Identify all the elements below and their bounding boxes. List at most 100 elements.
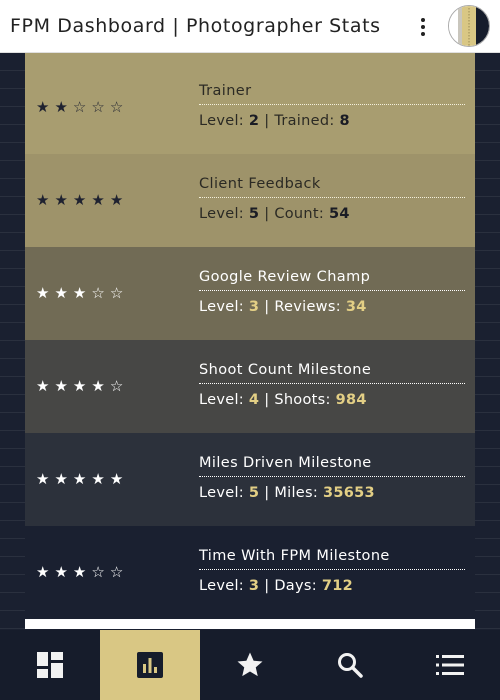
count-label: Count:: [274, 206, 325, 222]
achievement-meta: Level: 4 | Shoots: 984: [199, 392, 465, 408]
nav-item-stats-chart[interactable]: [100, 630, 200, 700]
count-value: 984: [335, 392, 367, 408]
achievement-meta: Level: 5 | Miles: 35653: [199, 485, 465, 501]
achievement-row[interactable]: ★★★★★ Miles Driven Milestone Level: 5 | Mi…: [25, 433, 475, 526]
separator: |: [264, 299, 270, 315]
star-filled-icon: ★: [72, 191, 92, 209]
count-label: Trained:: [274, 113, 335, 129]
star-rating: ★★★★☆: [36, 377, 128, 395]
achievement-info: Shoot Count Milestone Level: 4 | Shoots: …: [199, 362, 465, 408]
separator: |: [264, 578, 270, 594]
level-label: Level:: [199, 299, 244, 315]
star-rating: ★★★★★: [36, 470, 128, 488]
star-filled-icon: ★: [91, 470, 110, 488]
star-empty-icon: ☆: [72, 98, 92, 116]
list-menu-icon: [435, 653, 465, 677]
count-label: Reviews:: [274, 299, 341, 315]
star-empty-icon: ☆: [109, 98, 129, 116]
count-label: Days:: [274, 578, 317, 594]
achievement-title: Time With FPM Milestone: [199, 548, 390, 564]
achievement-meta: Level: 2 | Trained: 8: [199, 113, 465, 129]
dashboard-icon: [36, 651, 64, 679]
achievement-row[interactable]: ★★★☆☆ Time With FPM Milestone Level: 3 | D…: [25, 526, 475, 619]
star-filled-icon: ★: [72, 377, 92, 395]
star-filled-icon: ★: [109, 470, 129, 488]
level-value: 2: [248, 113, 260, 129]
star-rating: ★★☆☆☆: [36, 98, 128, 116]
count-value: 8: [339, 113, 350, 129]
avatar[interactable]: [448, 5, 490, 47]
separator: |: [264, 392, 270, 408]
dotted-divider: [199, 290, 465, 291]
level-value: 5: [248, 206, 260, 222]
dotted-divider: [199, 383, 465, 384]
star-filled-icon: ★: [109, 191, 129, 209]
star-filled-icon: ★: [36, 191, 55, 209]
level-label: Level:: [199, 392, 244, 408]
achievement-title: Miles Driven Milestone: [199, 455, 372, 471]
achievement-row[interactable]: ★★★☆☆ Google Review Champ Level: 3 | Revie…: [25, 247, 475, 340]
count-value: 712: [321, 578, 353, 594]
achievement-row[interactable]: ★★★★★ Client Feedback Level: 5 | Count: 54: [25, 154, 475, 247]
achievement-info: Miles Driven Milestone Level: 5 | Miles: …: [199, 455, 465, 501]
nav-item-dashboard[interactable]: [0, 630, 100, 700]
level-label: Level:: [199, 485, 244, 501]
count-value: 35653: [322, 485, 375, 501]
nav-item-star[interactable]: [200, 630, 300, 700]
achievement-info: Google Review Champ Level: 3 | Reviews: 3…: [199, 269, 465, 315]
star-filled-icon: ★: [36, 470, 55, 488]
achievement-title: Trainer: [199, 83, 252, 99]
achievement-info: Trainer Level: 2 | Trained: 8: [199, 83, 465, 129]
star-filled-icon: ★: [72, 563, 92, 581]
achievement-meta: Level: 3 | Reviews: 34: [199, 299, 465, 315]
star-empty-icon: ☆: [91, 563, 110, 581]
list-footer: [25, 619, 475, 629]
stats-chart-icon: [136, 651, 164, 679]
achievement-meta: Level: 5 | Count: 54: [199, 206, 465, 222]
achievement-title: Client Feedback: [199, 176, 321, 192]
star-rating: ★★★☆☆: [36, 563, 128, 581]
star-filled-icon: ★: [72, 284, 92, 302]
achievement-info: Time With FPM Milestone Level: 3 | Days: …: [199, 548, 465, 594]
star-empty-icon: ☆: [109, 563, 129, 581]
level-value: 4: [248, 392, 260, 408]
page-title: FPM Dashboard | Photographer Stats: [10, 15, 381, 37]
star-filled-icon: ★: [36, 284, 55, 302]
star-empty-icon: ☆: [109, 284, 129, 302]
separator: |: [264, 206, 270, 222]
star-icon: [235, 650, 265, 680]
separator: |: [264, 113, 270, 129]
star-filled-icon: ★: [54, 98, 73, 116]
star-empty-icon: ☆: [91, 98, 110, 116]
separator: |: [264, 485, 270, 501]
nav-item-list-menu[interactable]: [400, 630, 500, 700]
nav-item-search[interactable]: [300, 630, 400, 700]
level-value: 3: [248, 578, 260, 594]
star-filled-icon: ★: [36, 377, 55, 395]
achievements-list: ★★☆☆☆ Trainer Level: 2 | Trained: 8 ★★★★★ Cl…: [25, 53, 475, 619]
star-filled-icon: ★: [54, 563, 73, 581]
star-filled-icon: ★: [54, 470, 73, 488]
level-label: Level:: [199, 578, 244, 594]
dotted-divider: [199, 569, 465, 570]
level-value: 3: [248, 299, 260, 315]
achievement-title: Shoot Count Milestone: [199, 362, 372, 378]
achievement-row[interactable]: ★★★★☆ Shoot Count Milestone Level: 4 | Sho…: [25, 340, 475, 433]
star-filled-icon: ★: [54, 284, 73, 302]
kebab-menu-icon[interactable]: [414, 14, 432, 40]
dotted-divider: [199, 476, 465, 477]
count-label: Shoots:: [274, 392, 331, 408]
star-empty-icon: ☆: [109, 377, 129, 395]
achievement-meta: Level: 3 | Days: 712: [199, 578, 465, 594]
app-header: FPM Dashboard | Photographer Stats: [0, 0, 500, 53]
level-label: Level:: [199, 206, 244, 222]
star-filled-icon: ★: [72, 470, 92, 488]
level-label: Level:: [199, 113, 244, 129]
star-filled-icon: ★: [36, 98, 55, 116]
dotted-divider: [199, 197, 465, 198]
star-rating: ★★★☆☆: [36, 284, 128, 302]
count-value: 34: [345, 299, 367, 315]
achievement-row[interactable]: ★★☆☆☆ Trainer Level: 2 | Trained: 8: [25, 53, 475, 154]
star-filled-icon: ★: [36, 563, 55, 581]
star-filled-icon: ★: [91, 191, 110, 209]
